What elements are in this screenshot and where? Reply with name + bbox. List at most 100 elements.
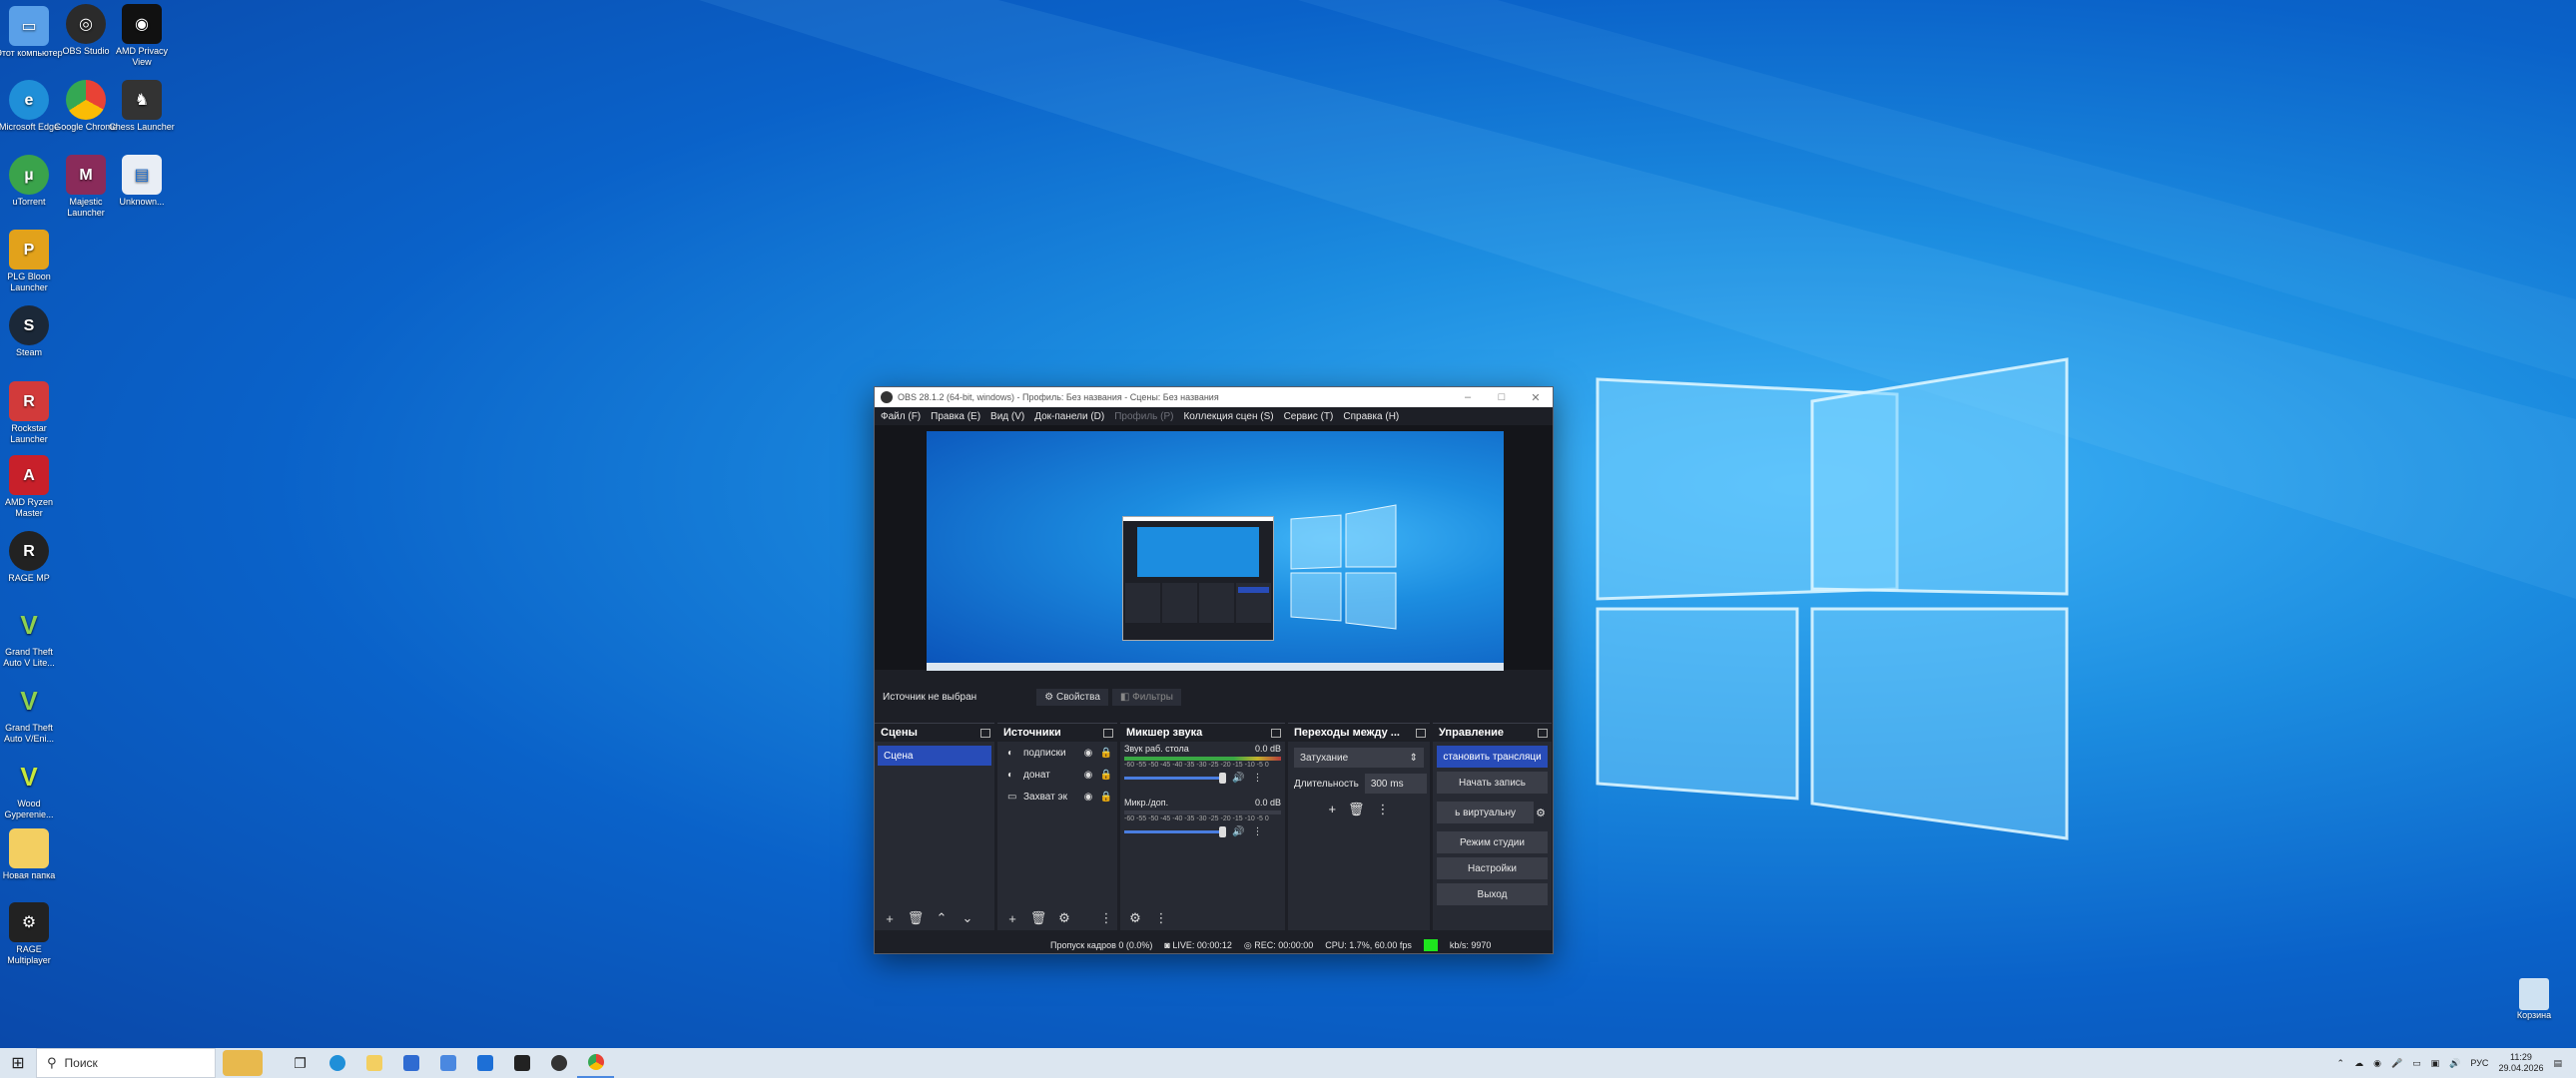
volume-icon[interactable]: 🔊 [2449, 1058, 2460, 1069]
studio-mode-button[interactable]: Режим студии [1437, 831, 1548, 853]
virtual-camera-button[interactable]: ь виртуальну [1437, 802, 1535, 823]
desktop-icon-chess[interactable]: ♞ Chess Launcher [108, 80, 176, 133]
speaker-icon[interactable]: 🔊 [1232, 773, 1244, 784]
move-up-icon[interactable]: ⌃ [933, 910, 951, 926]
source-item[interactable]: ◐ подписки ◉ 🔒 [997, 742, 1117, 764]
source-more-icon[interactable]: ⋮ [1097, 910, 1115, 926]
mail-icon[interactable] [429, 1048, 466, 1078]
desktop-icon-gta-2[interactable]: V Grand Theft Auto V/Eni... [0, 681, 63, 745]
undock-icon[interactable] [1538, 728, 1548, 738]
lock-icon[interactable]: 🔒 [1099, 770, 1113, 781]
menu-help[interactable]: Справка (H) [1343, 411, 1399, 422]
menu-edit[interactable]: Правка (E) [931, 411, 980, 422]
add-source-button[interactable]: + [1003, 911, 1021, 926]
amd-ryzen-icon: A [9, 455, 49, 495]
desktop-icon-gta-3[interactable]: V Wood Gyperenie... [0, 757, 63, 820]
advanced-audio-icon[interactable]: ⚙ [1126, 910, 1144, 926]
maximize-button[interactable]: □ [1485, 391, 1519, 404]
add-transition-button[interactable]: + [1328, 802, 1336, 817]
edge-taskbar-icon[interactable] [319, 1048, 355, 1078]
clock[interactable]: 11:29 29.04.2026 [2498, 1052, 2543, 1074]
remove-source-button[interactable]: 🗑 [1029, 910, 1047, 926]
volume-meter [1124, 810, 1281, 814]
stream-button[interactable]: становить трансляци [1437, 746, 1548, 768]
date: 29.04.2026 [2498, 1063, 2544, 1073]
settings-button[interactable]: Настройки [1437, 857, 1548, 879]
virtual-camera-settings-icon[interactable]: ⚙ [1536, 807, 1546, 819]
start-button[interactable]: ⊞ [0, 1053, 36, 1073]
channel-more-icon[interactable]: ⋮ [1252, 826, 1262, 837]
obs-tray-icon[interactable]: ◉ [2373, 1058, 2381, 1069]
menu-docks[interactable]: Док-панели (D) [1034, 411, 1104, 422]
visibility-eye-icon[interactable]: ◉ [1081, 748, 1095, 759]
scene-item[interactable]: Сцена [878, 746, 991, 766]
remove-transition-button[interactable]: 🗑 [1348, 802, 1365, 817]
transition-select[interactable]: Затухание ⇕ [1294, 748, 1424, 768]
undock-icon[interactable] [980, 728, 990, 738]
desktop-icon-gta-1[interactable]: V Grand Theft Auto V Lite... [0, 605, 63, 669]
recycle-bin[interactable]: Корзина [2512, 978, 2556, 1020]
record-button[interactable]: Начать запись [1437, 772, 1548, 794]
chrome-taskbar-icon[interactable] [577, 1048, 614, 1078]
menu-scene-collection[interactable]: Коллекция сцен (S) [1183, 411, 1273, 422]
desktop-icon-steam[interactable]: S Steam [0, 305, 63, 358]
source-item[interactable]: ▭ Захват эк ◉ 🔒 [997, 786, 1117, 808]
search-highlight-icon[interactable] [216, 1048, 270, 1078]
undock-icon[interactable] [1103, 728, 1113, 738]
desktop-icon-rage-mp[interactable]: ⚙ RAGE Multiplayer [0, 902, 63, 966]
filters-button[interactable]: ◧ Фильтры [1111, 688, 1181, 706]
source-settings-icon[interactable]: ⚙ [1055, 910, 1073, 926]
add-scene-button[interactable]: + [881, 911, 899, 926]
move-down-icon[interactable]: ⌄ [959, 910, 976, 926]
mixer-more-icon[interactable]: ⋮ [1152, 910, 1170, 926]
network-icon[interactable]: ▣ [2431, 1058, 2440, 1069]
remove-scene-button[interactable]: 🗑 [907, 910, 925, 926]
plg-icon: P [9, 230, 49, 270]
language-indicator[interactable]: РУС [2470, 1058, 2488, 1068]
obs-title-bar[interactable]: OBS 28.1.2 (64-bit, windows) - Профиль: … [875, 387, 1553, 407]
obs-logo-icon [881, 391, 893, 403]
duration-spinbox[interactable]: 300 ms [1364, 774, 1427, 794]
visibility-eye-icon[interactable]: ◉ [1081, 792, 1095, 803]
menu-file[interactable]: Файл (F) [881, 411, 921, 422]
desktop-icon-rage[interactable]: R RAGE MP [0, 531, 63, 584]
cloud-icon[interactable]: ☁ [2354, 1058, 2363, 1069]
store-icon[interactable] [392, 1048, 429, 1078]
volume-slider[interactable] [1124, 826, 1226, 837]
undock-icon[interactable] [1271, 728, 1281, 738]
battery-icon[interactable]: ▭ [2412, 1058, 2421, 1069]
epic-icon[interactable] [503, 1048, 540, 1078]
properties-button[interactable]: ⚙ Свойства [1036, 688, 1108, 706]
menu-view[interactable]: Вид (V) [990, 411, 1024, 422]
source-item[interactable]: ◐ донат ◉ 🔒 [997, 764, 1117, 786]
desktop-icon-amd-privacy[interactable]: ◉ AMD Privacy View [108, 4, 176, 68]
speaker-icon[interactable]: 🔊 [1232, 826, 1244, 837]
visibility-eye-icon[interactable]: ◉ [1081, 770, 1095, 781]
desktop-icon-amd-ryzen[interactable]: A AMD Ryzen Master [0, 455, 63, 519]
minimize-button[interactable]: – [1451, 391, 1485, 404]
microphone-icon[interactable]: 🎤 [2391, 1058, 2402, 1069]
obs-taskbar-icon[interactable] [540, 1048, 577, 1078]
task-view-icon[interactable]: ❐ [282, 1048, 319, 1078]
explorer-icon[interactable] [355, 1048, 392, 1078]
tray-chevron-icon[interactable]: ⌃ [2337, 1058, 2345, 1069]
exit-button[interactable]: Выход [1437, 883, 1548, 905]
search-box[interactable]: ⚲ Поиск [36, 1048, 216, 1078]
notifications-icon[interactable]: ▤ [2553, 1058, 2562, 1069]
menu-profile[interactable]: Профиль (P) [1114, 411, 1173, 422]
desktop-icon-new-folder[interactable]: Новая папка [0, 828, 63, 881]
desktop-icon-rockstar[interactable]: R Rockstar Launcher [0, 381, 63, 445]
volume-slider[interactable] [1124, 773, 1226, 784]
preview-area[interactable] [875, 425, 1553, 671]
menu-tools[interactable]: Сервис (T) [1284, 411, 1334, 422]
lock-icon[interactable]: 🔒 [1099, 792, 1113, 803]
desktop-icon-unknown-file[interactable]: ▤ Unknown... [108, 155, 176, 208]
desktop-icon-plg[interactable]: P PLG Bloon Launcher [0, 230, 63, 293]
close-button[interactable]: ✕ [1519, 391, 1553, 404]
transition-more-icon[interactable]: ⋮ [1377, 802, 1390, 817]
undock-icon[interactable] [1416, 728, 1426, 738]
lock-icon[interactable]: 🔒 [1099, 748, 1113, 759]
channel-more-icon[interactable]: ⋮ [1252, 773, 1262, 784]
taskbar: ⊞ ⚲ Поиск ❐ ⌃ ☁ ◉ 🎤 ▭ ▣ 🔊 РУС 11:29 29.0… [0, 1048, 2576, 1078]
app-icon[interactable] [466, 1048, 503, 1078]
